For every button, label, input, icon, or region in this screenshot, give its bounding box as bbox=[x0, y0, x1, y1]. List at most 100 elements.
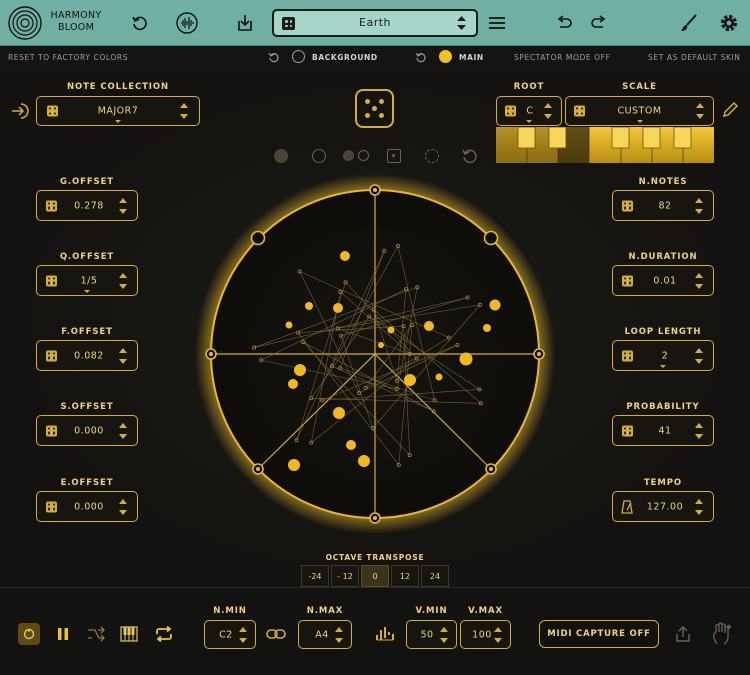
stepper-icon[interactable] bbox=[695, 498, 704, 515]
stepper-icon[interactable] bbox=[695, 347, 704, 364]
chevron-down-icon[interactable] bbox=[660, 365, 666, 368]
settings-gear-icon[interactable] bbox=[714, 8, 744, 38]
redo-icon[interactable] bbox=[584, 8, 614, 38]
shape-dashed-circle-icon[interactable] bbox=[425, 149, 439, 163]
link-loop-icon[interactable] bbox=[18, 623, 40, 645]
stepper-icon[interactable] bbox=[696, 103, 705, 119]
shape-filled-circle-icon[interactable] bbox=[274, 149, 288, 163]
n-min-field[interactable]: C2 bbox=[204, 620, 256, 649]
n-max-field[interactable]: A4 bbox=[298, 620, 352, 649]
ring-handle[interactable] bbox=[250, 230, 266, 246]
reset-icon[interactable] bbox=[125, 8, 155, 38]
login-arrow-icon[interactable] bbox=[11, 102, 31, 120]
note-collection-selector[interactable]: MAJOR7 bbox=[36, 96, 200, 126]
stepper-icon[interactable] bbox=[544, 103, 553, 119]
dice-icon[interactable] bbox=[46, 350, 57, 361]
main-color-swatch[interactable] bbox=[439, 50, 452, 63]
dice-icon[interactable] bbox=[282, 17, 295, 30]
e-offset-field[interactable]: 0.000 bbox=[36, 491, 138, 522]
g-offset-field[interactable]: 0.278 bbox=[36, 190, 138, 221]
root-selector[interactable]: C bbox=[496, 96, 562, 126]
piano-keys-icon[interactable] bbox=[118, 623, 140, 645]
stepper-icon[interactable] bbox=[119, 498, 128, 515]
reset-factory-colors-button[interactable]: RESET TO FACTORY COLORS bbox=[8, 53, 128, 62]
dice-icon[interactable] bbox=[46, 501, 57, 512]
shape-double-ring-icon[interactable] bbox=[358, 150, 369, 161]
reset-background-icon[interactable] bbox=[268, 51, 280, 63]
probability-value: 41 bbox=[658, 425, 672, 436]
octave-12-button[interactable]: 12 bbox=[391, 565, 419, 587]
background-color-swatch[interactable] bbox=[292, 50, 305, 63]
octave-minus-24-button[interactable]: -24 bbox=[301, 565, 329, 587]
ring-handle[interactable] bbox=[483, 230, 499, 246]
hand-gesture-icon[interactable] bbox=[711, 622, 733, 646]
undo-icon[interactable] bbox=[549, 8, 579, 38]
set-default-skin-button[interactable]: SET AS DEFAULT SKIN bbox=[648, 53, 741, 62]
s-offset-field[interactable]: 0.000 bbox=[36, 415, 138, 446]
link-chain-icon[interactable] bbox=[266, 626, 286, 642]
velocity-bars-icon[interactable] bbox=[375, 624, 395, 644]
shape-ring-icon[interactable] bbox=[312, 149, 326, 163]
dice-icon[interactable] bbox=[46, 200, 57, 211]
download-icon[interactable] bbox=[230, 8, 260, 38]
dice-icon[interactable] bbox=[622, 425, 633, 436]
pause-icon[interactable] bbox=[52, 623, 74, 645]
n-duration-field[interactable]: 0.01 bbox=[612, 265, 714, 296]
loop-length-field[interactable]: 2 bbox=[612, 340, 714, 371]
v-max-field[interactable]: 100 bbox=[460, 620, 511, 649]
stepper-icon[interactable] bbox=[239, 626, 248, 643]
shape-square-icon[interactable] bbox=[387, 149, 401, 163]
metronome-icon[interactable] bbox=[621, 500, 633, 514]
octave-minus-12-button[interactable]: - 12 bbox=[331, 565, 359, 587]
edit-pencil-icon[interactable] bbox=[721, 101, 739, 119]
octave-0-button[interactable]: 0 bbox=[361, 565, 389, 587]
spectator-mode-toggle[interactable]: SPECTATOR MODE OFF bbox=[514, 53, 611, 62]
stepper-icon[interactable] bbox=[119, 347, 128, 364]
scale-selector[interactable]: CUSTOM bbox=[565, 96, 714, 126]
generative-circle-visualizer[interactable] bbox=[195, 175, 555, 535]
dice-icon[interactable] bbox=[574, 105, 585, 117]
stepper-icon[interactable] bbox=[180, 103, 189, 119]
stepper-icon[interactable] bbox=[440, 626, 449, 643]
stepper-icon[interactable] bbox=[695, 272, 704, 289]
waveform-icon[interactable] bbox=[172, 8, 202, 38]
dice-icon[interactable] bbox=[46, 425, 57, 436]
dice-icon[interactable] bbox=[505, 105, 516, 117]
tempo-field[interactable]: 127.00 bbox=[612, 491, 714, 522]
q-offset-field[interactable]: 1/5 bbox=[36, 265, 138, 296]
preset-selector[interactable]: Earth bbox=[272, 9, 478, 37]
stepper-icon[interactable] bbox=[119, 197, 128, 214]
stepper-icon[interactable] bbox=[335, 626, 344, 643]
stepper-icon[interactable] bbox=[119, 422, 128, 439]
repeat-icon[interactable] bbox=[153, 623, 175, 645]
brush-icon[interactable] bbox=[674, 8, 704, 38]
shape-reset-icon[interactable] bbox=[461, 148, 477, 164]
octave-24-button[interactable]: 24 bbox=[421, 565, 449, 587]
chevron-down-icon[interactable] bbox=[526, 120, 532, 123]
shuffle-icon[interactable] bbox=[85, 623, 107, 645]
shape-double-circle-icon[interactable] bbox=[343, 150, 354, 161]
midi-capture-button[interactable]: MIDI CAPTURE OFF bbox=[539, 620, 659, 648]
reset-main-icon[interactable] bbox=[415, 51, 427, 63]
chevron-down-icon[interactable] bbox=[84, 290, 90, 293]
v-min-field[interactable]: 50 bbox=[406, 620, 457, 649]
dice-icon[interactable] bbox=[47, 105, 58, 117]
chevron-down-icon[interactable] bbox=[636, 120, 643, 123]
menu-icon[interactable] bbox=[482, 8, 512, 38]
dice-icon[interactable] bbox=[46, 275, 57, 286]
n-notes-field[interactable]: 82 bbox=[612, 190, 714, 221]
stepper-icon[interactable] bbox=[695, 197, 704, 214]
stepper-icon[interactable] bbox=[494, 626, 503, 643]
f-offset-field[interactable]: 0.082 bbox=[36, 340, 138, 371]
randomize-all-dice-icon[interactable] bbox=[355, 89, 394, 128]
dice-icon[interactable] bbox=[622, 275, 633, 286]
export-upload-icon[interactable] bbox=[673, 624, 693, 644]
chevron-down-icon[interactable] bbox=[115, 120, 121, 123]
dice-icon[interactable] bbox=[622, 200, 633, 211]
dice-icon[interactable] bbox=[622, 350, 633, 361]
scale-keyboard[interactable] bbox=[496, 127, 714, 163]
probability-field[interactable]: 41 bbox=[612, 415, 714, 446]
stepper-icon[interactable] bbox=[119, 272, 128, 289]
preset-stepper-icon[interactable] bbox=[457, 15, 466, 31]
stepper-icon[interactable] bbox=[695, 422, 704, 439]
